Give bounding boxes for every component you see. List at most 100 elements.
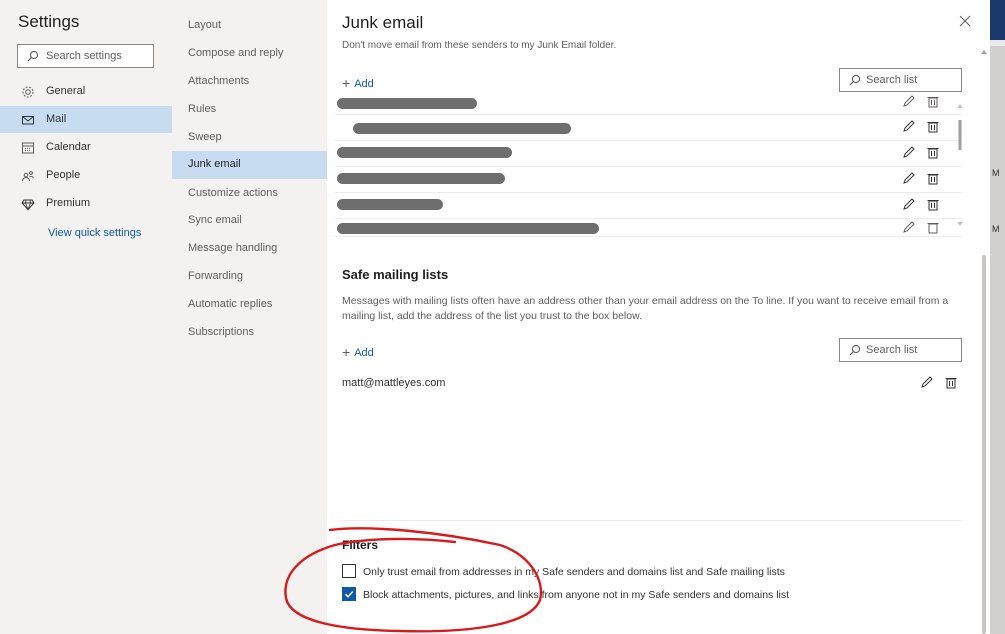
- nav-item-premium[interactable]: Premium: [0, 190, 172, 217]
- gear-icon: [22, 86, 34, 98]
- mailing-list-entry: matt@mattleyes.com: [342, 377, 446, 389]
- add-safe-sender-button[interactable]: + Add: [342, 74, 374, 91]
- delete-icon[interactable]: [926, 94, 940, 108]
- delete-icon[interactable]: [926, 145, 940, 159]
- list-item[interactable]: [335, 114, 962, 141]
- delete-icon[interactable]: [926, 220, 940, 234]
- edit-icon[interactable]: [902, 119, 916, 133]
- plus-icon: +: [342, 75, 351, 91]
- redacted-address: [337, 173, 505, 184]
- submenu-item-compose-and-reply[interactable]: Compose and reply: [172, 40, 327, 68]
- submenu-item-attachments[interactable]: Attachments: [172, 68, 327, 96]
- submenu-item-label: Subscriptions: [188, 326, 255, 338]
- background-strip: [990, 40, 1005, 46]
- edit-icon[interactable]: [920, 375, 934, 389]
- edit-icon[interactable]: [902, 145, 916, 159]
- nav-item-people[interactable]: People: [0, 162, 172, 189]
- nav-item-label: General: [46, 85, 86, 97]
- submenu-item-subscriptions[interactable]: Subscriptions: [172, 319, 327, 347]
- background-header-strip: [990, 0, 1005, 40]
- submenu-item-label: Forwarding: [188, 270, 244, 282]
- row-actions: [902, 145, 944, 161]
- trust-safe-lists-checkbox[interactable]: [342, 564, 356, 578]
- search-settings-input[interactable]: Search settings: [17, 44, 154, 68]
- redacted-address: [337, 223, 599, 234]
- view-quick-settings-link[interactable]: View quick settings: [48, 227, 141, 239]
- calendar-icon: [22, 142, 34, 154]
- nav-item-mail[interactable]: Mail: [0, 106, 172, 133]
- list-item[interactable]: [335, 91, 962, 115]
- panel-scrollbar-thumb[interactable]: [982, 255, 986, 634]
- submenu-item-customize-actions[interactable]: Customize actions: [172, 180, 327, 208]
- background-letter: M: [992, 224, 1000, 234]
- mail-submenu: Layout Compose and reply Attachments Rul…: [172, 0, 327, 634]
- submenu-item-layout[interactable]: Layout: [172, 12, 327, 40]
- nav-item-general[interactable]: General: [0, 78, 172, 105]
- delete-icon[interactable]: [926, 171, 940, 185]
- row-actions: [902, 94, 944, 110]
- submenu-item-automatic-replies[interactable]: Automatic replies: [172, 291, 327, 319]
- filters-title: Filters: [342, 538, 379, 552]
- submenu-item-junk-email[interactable]: Junk email: [172, 151, 327, 179]
- delete-icon[interactable]: [926, 197, 940, 211]
- nav-item-label: People: [46, 169, 81, 181]
- safe-mailing-lists-description: Messages with mailing lists often have a…: [342, 295, 949, 322]
- search-safe-senders-input[interactable]: Search list: [839, 68, 962, 92]
- mailing-list-entry-actions: [920, 375, 964, 391]
- settings-nav: Settings Search settings General Mail Ca…: [0, 0, 172, 634]
- nav-item-label: Calendar: [46, 141, 91, 153]
- settings-title: Settings: [18, 12, 80, 31]
- delete-icon[interactable]: [926, 119, 940, 133]
- redacted-address: [337, 199, 443, 210]
- submenu-item-label: Attachments: [188, 75, 250, 87]
- junk-email-panel: Junk email Don't move email from these s…: [327, 0, 990, 634]
- plus-icon: +: [342, 344, 351, 360]
- add-label: Add: [354, 347, 374, 359]
- list-item[interactable]: [335, 218, 962, 237]
- blocked-senders-description: Don't move email from these senders to m…: [342, 41, 617, 50]
- add-mailing-list-button[interactable]: + Add: [342, 343, 374, 360]
- submenu-item-message-handling[interactable]: Message handling: [172, 235, 327, 263]
- search-list-placeholder: Search list: [866, 74, 918, 86]
- submenu-item-label: Compose and reply: [188, 47, 284, 59]
- search-placeholder: Search settings: [46, 50, 122, 62]
- checkmark-icon: [345, 591, 354, 598]
- submenu-item-label: Message handling: [188, 242, 278, 254]
- nav-item-calendar[interactable]: Calendar: [0, 134, 172, 161]
- submenu-item-forwarding[interactable]: Forwarding: [172, 263, 327, 291]
- block-attachments-checkbox[interactable]: [342, 587, 356, 601]
- submenu-item-label: Customize actions: [188, 187, 278, 199]
- submenu-item-label: Sync email: [188, 214, 242, 226]
- trust-safe-lists-label: Only trust email from addresses in my Sa…: [363, 566, 785, 578]
- block-attachments-label: Block attachments, pictures, and links f…: [363, 589, 790, 601]
- edit-icon[interactable]: [902, 94, 916, 108]
- search-icon: [849, 74, 861, 86]
- submenu-item-label: Rules: [188, 103, 217, 115]
- list-item[interactable]: [335, 140, 962, 167]
- edit-icon[interactable]: [902, 220, 916, 234]
- row-actions: [902, 197, 944, 213]
- submenu-item-rules[interactable]: Rules: [172, 96, 327, 124]
- submenu-item-sweep[interactable]: Sweep: [172, 124, 327, 152]
- redacted-address: [337, 147, 512, 158]
- row-actions: [902, 220, 944, 236]
- people-icon: [22, 171, 34, 182]
- list-item[interactable]: [335, 166, 962, 193]
- list-item[interactable]: [335, 192, 962, 219]
- submenu-item-label: Junk email: [188, 158, 241, 170]
- mail-icon: [22, 116, 34, 125]
- submenu-item-sync-email[interactable]: Sync email: [172, 207, 327, 235]
- delete-icon[interactable]: [944, 375, 958, 389]
- edit-icon[interactable]: [902, 197, 916, 211]
- edit-icon[interactable]: [902, 171, 916, 185]
- background-window-edge: M M: [990, 0, 1005, 634]
- search-mailing-lists-input[interactable]: Search list: [839, 338, 962, 362]
- redacted-address: [337, 98, 477, 109]
- background-letter: M: [992, 168, 1000, 178]
- search-icon: [849, 344, 861, 356]
- close-icon[interactable]: [959, 15, 971, 27]
- safe-mailing-lists-title: Safe mailing lists: [342, 267, 449, 282]
- nav-item-label: Premium: [46, 197, 91, 209]
- submenu-item-label: Layout: [188, 19, 222, 31]
- safe-senders-scrollbar[interactable]: [956, 98, 964, 232]
